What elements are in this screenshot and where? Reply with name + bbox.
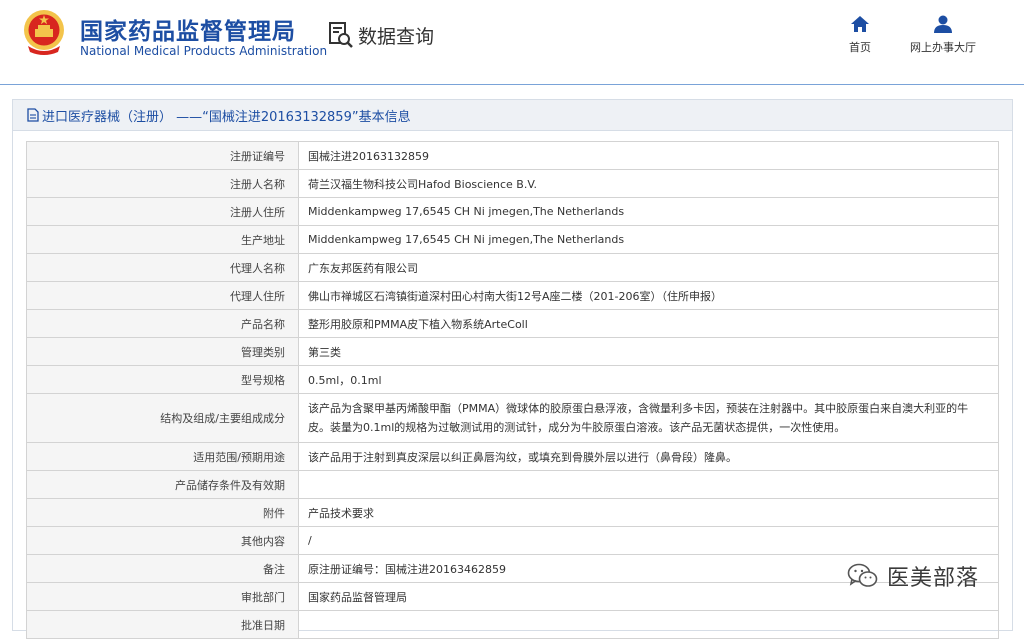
table-row: 注册人名称 荷兰汉福生物科技公司Hafod Bioscience B.V. (26, 169, 999, 198)
row-key: 代理人住所 (26, 281, 299, 310)
row-value: Middenkampweg 17,6545 CH Ni jmegen,The N… (298, 197, 999, 226)
home-icon (851, 16, 869, 32)
row-value: 产品技术要求 (298, 498, 999, 527)
row-value: 0.5ml，0.1ml (298, 365, 999, 394)
row-key: 注册人名称 (26, 169, 299, 198)
national-emblem-icon (24, 10, 64, 55)
table-row: 其他内容 / (26, 526, 999, 555)
row-key: 审批部门 (26, 582, 299, 611)
site-title: 国家药品监督管理局 (80, 19, 296, 45)
row-key: 代理人名称 (26, 253, 299, 282)
nav-home-label: 首页 (849, 41, 871, 54)
row-value: 整形用胶原和PMMA皮下植入物系统ArteColl (298, 309, 999, 338)
table-row: 代理人名称 广东友邦医药有限公司 (26, 253, 999, 282)
row-key: 产品名称 (26, 309, 299, 338)
table-row: 附件 产品技术要求 (26, 498, 999, 527)
row-key: 注册人住所 (26, 197, 299, 226)
user-icon (934, 15, 952, 33)
table-row: 批准日期 (26, 610, 999, 639)
table-row: 注册人住所 Middenkampweg 17,6545 CH Ni jmegen,… (26, 197, 999, 226)
data-query-link[interactable]: 数据查询 (328, 21, 434, 49)
row-key: 管理类别 (26, 337, 299, 366)
row-key: 附件 (26, 498, 299, 527)
table-row: 产品名称 整形用胶原和PMMA皮下植入物系统ArteColl (26, 309, 999, 338)
wechat-icon (847, 563, 878, 587)
row-value: 该产品用于注射到真皮深层以纠正鼻唇沟纹，或填充到骨膜外层以进行（鼻骨段）隆鼻。 (298, 442, 999, 471)
row-value (298, 610, 999, 639)
table-row: 结构及组成/主要组成成分 该产品为含聚甲基丙烯酸甲酯（PMMA）微球体的胶原蛋白悬… (26, 393, 999, 443)
nav-home[interactable]: 首页 (838, 15, 882, 55)
row-key: 批准日期 (26, 610, 299, 639)
table-row: 适用范围/预期用途 该产品用于注射到真皮深层以纠正鼻唇沟纹，或填充到骨膜外层以进行… (26, 442, 999, 471)
table-row: 代理人住所 佛山市禅城区石湾镇街道深村田心村南大街12号A座二楼（201-206室… (26, 281, 999, 310)
row-key: 型号规格 (26, 365, 299, 394)
nav-service-hall[interactable]: 网上办事大厅 (900, 15, 986, 55)
watermark-text: 医美部落 (887, 566, 980, 591)
breadcrumb: 进口医疗器械（注册） ——“国械注进20163132859”基本信息 (13, 100, 1012, 131)
row-value: / (298, 526, 999, 555)
row-value: 佛山市禅城区石湾镇街道深村田心村南大街12号A座二楼（201-206室）（住所申… (298, 281, 999, 310)
site-subtitle: National Medical Products Administration (80, 44, 328, 58)
row-value: 广东友邦医药有限公司 (298, 253, 999, 282)
row-key: 备注 (26, 554, 299, 583)
breadcrumb-text: 进口医疗器械（注册） ——“国械注进20163132859”基本信息 (42, 109, 411, 125)
row-key: 生产地址 (26, 225, 299, 254)
row-key: 产品储存条件及有效期 (26, 470, 299, 499)
row-key: 适用范围/预期用途 (26, 442, 299, 471)
row-value (298, 470, 999, 499)
nav-service-hall-label: 网上办事大厅 (910, 41, 976, 54)
row-key: 其他内容 (26, 526, 299, 555)
row-value: 第三类 (298, 337, 999, 366)
row-value: 荷兰汉福生物科技公司Hafod Bioscience B.V. (298, 169, 999, 198)
data-query-label: 数据查询 (358, 25, 435, 48)
table-row: 型号规格 0.5ml，0.1ml (26, 365, 999, 394)
table-row: 生产地址 Middenkampweg 17,6545 CH Ni jmegen,T… (26, 225, 999, 254)
document-icon (27, 108, 39, 122)
row-value: 该产品为含聚甲基丙烯酸甲酯（PMMA）微球体的胶原蛋白悬浮液，含微量利多卡因，预… (298, 393, 999, 443)
row-value: 国械注进20163132859 (298, 141, 999, 170)
site-header: 国家药品监督管理局 National Medical Products Admi… (0, 0, 1024, 85)
table-row: 管理类别 第三类 (26, 337, 999, 366)
row-key: 注册证编号 (26, 141, 299, 170)
row-value: Middenkampweg 17,6545 CH Ni jmegen,The N… (298, 225, 999, 254)
table-row: 注册证编号 国械注进20163132859 (26, 141, 999, 170)
row-key: 结构及组成/主要组成成分 (26, 393, 299, 443)
detail-panel: 进口医疗器械（注册） ——“国械注进20163132859”基本信息 注册证编号… (12, 99, 1013, 639)
watermark: 医美部落 (847, 560, 979, 592)
table-row: 产品储存条件及有效期 (26, 470, 999, 499)
document-search-icon (329, 22, 353, 48)
